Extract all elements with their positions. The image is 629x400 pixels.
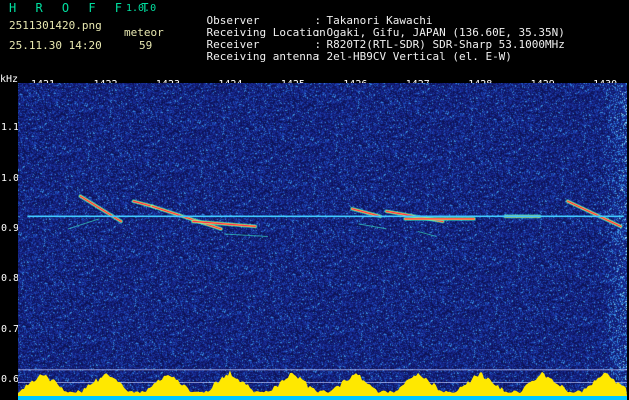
faint-meteor-echo [67, 218, 100, 230]
signal-level-meter [18, 370, 627, 396]
file-name: 2511301420.png [9, 19, 102, 32]
date-time: 25.11.30 14:20 [9, 39, 102, 52]
frequency-tick-label: 1.1 [1, 122, 20, 134]
meteor-count-value: 59 [139, 39, 153, 52]
faint-meteor-echo [224, 233, 268, 237]
app-version: 1.0.0 [126, 3, 157, 14]
info-value: 2el-HB9CV Vertical (el. E-W) [326, 50, 512, 63]
frequency-tick-label: 1.0 [1, 172, 20, 184]
frequency-tick-label: 0.6 [1, 373, 20, 385]
faint-meteor-echo [358, 223, 387, 230]
level-baseline [18, 396, 627, 400]
info-row-antenna: Receiving antenna: 2el-HB9CV Vertical (el… [180, 40, 512, 73]
meteor-echo-core [567, 200, 622, 228]
meteor-echo-core [79, 195, 122, 222]
spectrogram-plot [18, 83, 627, 400]
spectrogram-overlay [18, 194, 627, 400]
info-sep: : [314, 50, 322, 63]
faint-meteor-echo [417, 230, 437, 237]
meteor-count-label: meteor [124, 26, 164, 39]
info-key: Receiving antenna [206, 50, 320, 63]
meteor-echo-core [151, 205, 222, 230]
header: H R O F F T 1.0.0 2511301420.png 25.11.3… [0, 0, 629, 73]
frequency-tick-label: 0.8 [1, 273, 20, 285]
meteor-echo-core [351, 208, 381, 217]
frequency-tick-label: 0.7 [1, 323, 20, 335]
frequency-tick-label: 0.9 [1, 222, 20, 234]
